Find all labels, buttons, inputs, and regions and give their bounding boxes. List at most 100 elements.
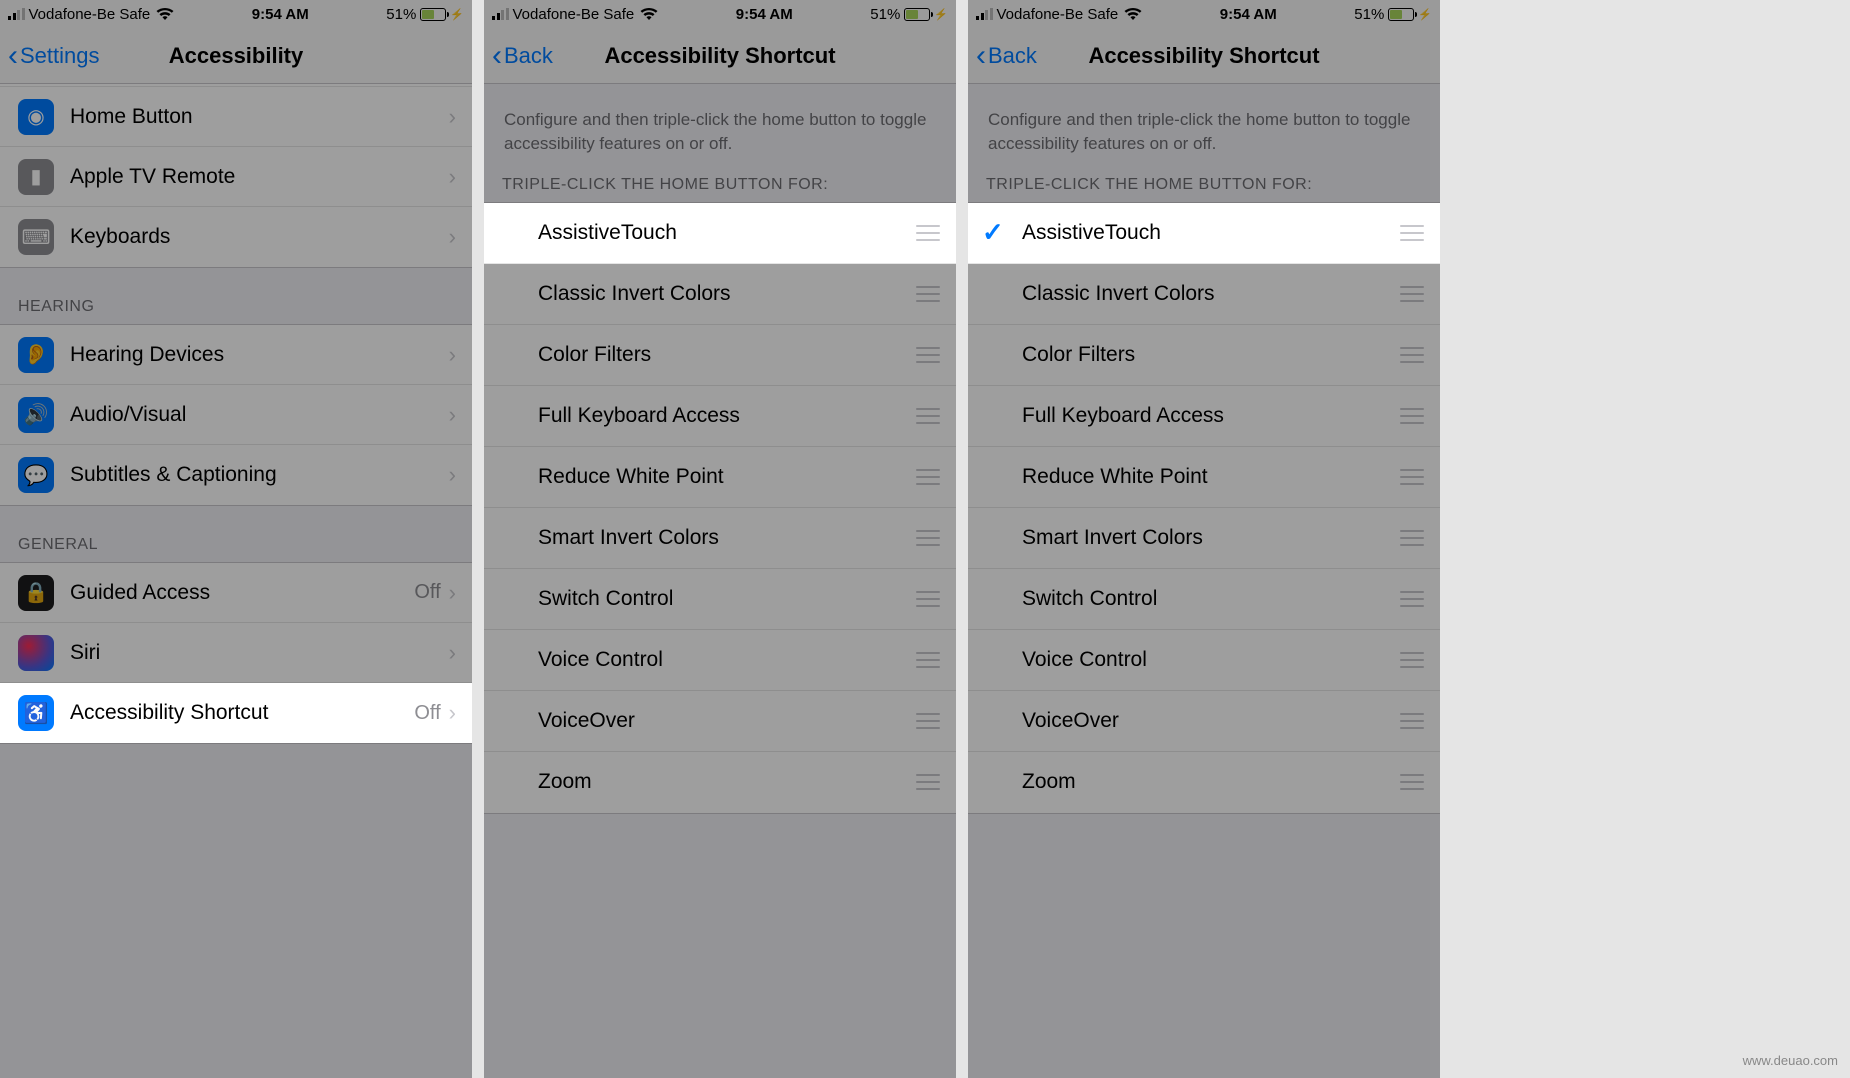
- drag-handle-icon[interactable]: [1400, 652, 1424, 668]
- row-keyboards[interactable]: ⌨ Keyboards ›: [0, 207, 472, 267]
- drag-handle-icon[interactable]: [916, 225, 940, 241]
- shortcut-label: Smart Invert Colors: [1022, 526, 1203, 550]
- shortcut-label: Switch Control: [1022, 587, 1157, 611]
- clock: 9:54 AM: [1142, 6, 1354, 23]
- drag-handle-icon[interactable]: [916, 652, 940, 668]
- drag-handle-icon[interactable]: [1400, 469, 1424, 485]
- battery-percent: 51%: [386, 6, 416, 23]
- section-triple-click: TRIPLE-CLICK THE HOME BUTTON FOR:: [484, 164, 956, 202]
- shortcut-row[interactable]: Smart Invert Colors: [968, 508, 1440, 569]
- row-home-button[interactable]: ◉ Home Button ›: [0, 87, 472, 147]
- shortcut-label: Voice Control: [1022, 648, 1147, 672]
- drag-handle-icon[interactable]: [1400, 774, 1424, 790]
- drag-handle-icon[interactable]: [1400, 591, 1424, 607]
- panel-accessibility: Vodafone-Be Safe 9:54 AM 51% ⚡ ‹Settings…: [0, 0, 472, 1078]
- shortcut-row[interactable]: Classic Invert Colors: [484, 264, 956, 325]
- panel-shortcut-unchecked: Vodafone-Be Safe 9:54 AM 51% ⚡ ‹Back Acc…: [484, 0, 956, 1078]
- chevron-right-icon: ›: [449, 402, 456, 428]
- shortcut-label: Reduce White Point: [1022, 465, 1208, 489]
- group-general: 🔒 Guided Access Off › Siri › ♿ Accessibi…: [0, 562, 472, 744]
- drag-handle-icon[interactable]: [916, 408, 940, 424]
- accessibility-icon: ♿: [18, 695, 54, 731]
- battery-icon: ⚡: [420, 8, 464, 21]
- shortcut-row[interactable]: Color Filters: [484, 325, 956, 386]
- row-apple-tv-remote[interactable]: ▮ Apple TV Remote ›: [0, 147, 472, 207]
- back-button[interactable]: ‹Settings: [8, 41, 100, 71]
- status-bar: Vodafone-Be Safe 9:54 AM 51% ⚡: [484, 0, 956, 28]
- row-label: Accessibility Shortcut: [70, 701, 268, 725]
- caption-icon: 💬: [18, 457, 54, 493]
- shortcut-row[interactable]: Zoom: [484, 752, 956, 813]
- shortcut-row[interactable]: Reduce White Point: [968, 447, 1440, 508]
- shortcut-label: AssistiveTouch: [538, 221, 677, 245]
- drag-handle-icon[interactable]: [916, 347, 940, 363]
- drag-handle-icon[interactable]: [916, 286, 940, 302]
- row-label: Keyboards: [70, 225, 170, 249]
- section-general: GENERAL: [0, 506, 472, 562]
- back-label: Back: [988, 43, 1037, 69]
- chevron-left-icon: ‹: [8, 41, 18, 71]
- shortcut-row[interactable]: Reduce White Point: [484, 447, 956, 508]
- shortcut-row[interactable]: Classic Invert Colors: [968, 264, 1440, 325]
- nav-bar: ‹Settings Accessibility: [0, 28, 472, 84]
- drag-handle-icon[interactable]: [1400, 286, 1424, 302]
- row-hearing-devices[interactable]: 👂 Hearing Devices ›: [0, 325, 472, 385]
- shortcut-list: ✓AssistiveTouch Classic Invert Colors Colo…: [968, 202, 1440, 814]
- shortcut-row[interactable]: Smart Invert Colors: [484, 508, 956, 569]
- row-label: Subtitles & Captioning: [70, 463, 277, 487]
- group-hearing: 👂 Hearing Devices › 🔊 Audio/Visual › 💬 S…: [0, 324, 472, 506]
- chevron-right-icon: ›: [449, 700, 456, 726]
- drag-handle-icon[interactable]: [916, 591, 940, 607]
- shortcut-row[interactable]: Full Keyboard Access: [968, 386, 1440, 447]
- shortcut-row[interactable]: ✓AssistiveTouch: [968, 203, 1440, 264]
- drag-handle-icon[interactable]: [1400, 408, 1424, 424]
- speaker-icon: 🔊: [18, 397, 54, 433]
- shortcut-row[interactable]: Full Keyboard Access: [484, 386, 956, 447]
- drag-handle-icon[interactable]: [1400, 713, 1424, 729]
- drag-handle-icon[interactable]: [916, 713, 940, 729]
- shortcut-row[interactable]: Zoom: [968, 752, 1440, 813]
- row-guided-access[interactable]: 🔒 Guided Access Off ›: [0, 563, 472, 623]
- back-button[interactable]: ‹Back: [976, 41, 1037, 71]
- shortcut-label: VoiceOver: [1022, 709, 1119, 733]
- shortcut-row[interactable]: VoiceOver: [484, 691, 956, 752]
- drag-handle-icon[interactable]: [1400, 347, 1424, 363]
- shortcut-label: Full Keyboard Access: [1022, 404, 1224, 428]
- row-siri[interactable]: Siri ›: [0, 623, 472, 683]
- shortcut-row[interactable]: Voice Control: [968, 630, 1440, 691]
- chevron-right-icon: ›: [449, 342, 456, 368]
- shortcut-label: Classic Invert Colors: [1022, 282, 1215, 306]
- drag-handle-icon[interactable]: [1400, 530, 1424, 546]
- nav-bar: ‹Back Accessibility Shortcut: [484, 28, 956, 84]
- home-button-icon: ◉: [18, 99, 54, 135]
- chevron-right-icon: ›: [449, 224, 456, 250]
- shortcut-row[interactable]: Voice Control: [484, 630, 956, 691]
- shortcut-row[interactable]: Switch Control: [968, 569, 1440, 630]
- shortcut-row[interactable]: Switch Control: [484, 569, 956, 630]
- drag-handle-icon[interactable]: [916, 469, 940, 485]
- ear-icon: 👂: [18, 337, 54, 373]
- back-label: Back: [504, 43, 553, 69]
- chevron-right-icon: ›: [449, 640, 456, 666]
- row-partial[interactable]: [0, 77, 472, 87]
- back-button[interactable]: ‹Back: [492, 41, 553, 71]
- row-accessibility-shortcut[interactable]: ♿ Accessibility Shortcut Off ›: [0, 683, 472, 743]
- clock: 9:54 AM: [658, 6, 870, 23]
- shortcut-row[interactable]: AssistiveTouch: [484, 203, 956, 264]
- siri-icon: [18, 635, 54, 671]
- row-subtitles[interactable]: 💬 Subtitles & Captioning ›: [0, 445, 472, 505]
- shortcut-label: Zoom: [1022, 770, 1076, 794]
- shortcut-row[interactable]: Color Filters: [968, 325, 1440, 386]
- shortcut-row[interactable]: VoiceOver: [968, 691, 1440, 752]
- row-audio-visual[interactable]: 🔊 Audio/Visual ›: [0, 385, 472, 445]
- drag-handle-icon[interactable]: [916, 530, 940, 546]
- shortcut-description: Configure and then triple-click the home…: [484, 84, 956, 164]
- drag-handle-icon[interactable]: [916, 774, 940, 790]
- chevron-right-icon: ›: [449, 580, 456, 606]
- carrier-label: Vodafone-Be Safe: [997, 6, 1119, 23]
- section-triple-click: TRIPLE-CLICK THE HOME BUTTON FOR:: [968, 164, 1440, 202]
- shortcut-label: Color Filters: [538, 343, 651, 367]
- status-bar: Vodafone-Be Safe 9:54 AM 51% ⚡: [0, 0, 472, 28]
- drag-handle-icon[interactable]: [1400, 225, 1424, 241]
- nav-bar: ‹Back Accessibility Shortcut: [968, 28, 1440, 84]
